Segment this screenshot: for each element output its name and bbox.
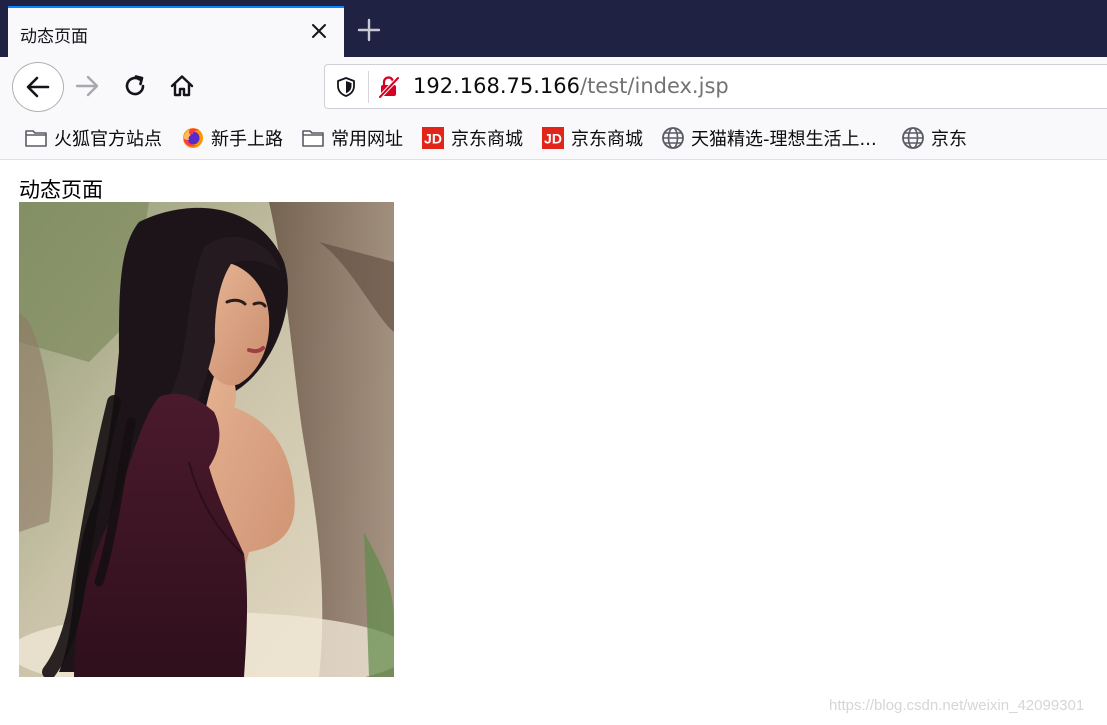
bookmark-label: 火狐官方站点 — [54, 129, 162, 150]
svg-text:JD: JD — [544, 131, 562, 147]
close-tab-icon[interactable] — [308, 20, 330, 42]
svg-text:JD: JD — [424, 131, 442, 147]
forward-arrow-icon — [75, 75, 99, 97]
bookmark-label: 常用网址 — [331, 129, 403, 150]
jd-icon: JD — [542, 127, 564, 149]
url-path: /test/index.jsp — [580, 74, 729, 98]
globe-icon — [662, 127, 684, 149]
bookmark-label: 京东商城 — [571, 129, 643, 150]
forward-button[interactable] — [70, 69, 104, 103]
new-tab-icon[interactable] — [356, 17, 382, 43]
bookmark-jd-mall-1[interactable]: JD 京东商城 — [421, 125, 523, 151]
url-text[interactable]: 192.168.75.166/test/index.jsp — [413, 74, 729, 98]
insecure-connection-icon[interactable] — [377, 75, 401, 99]
portrait-photo — [19, 202, 394, 677]
bookmark-common-sites[interactable]: 常用网址 — [301, 125, 403, 151]
firefox-icon — [183, 128, 203, 148]
bookmark-label: 京东商城 — [451, 129, 523, 150]
portrait-photo-illustration — [19, 202, 394, 677]
bookmark-label: 天猫精选-理想生活上... — [691, 129, 877, 150]
navigation-toolbar: 192.168.75.166/test/index.jsp — [0, 57, 1107, 115]
csdn-watermark: https://blog.csdn.net/weixin_42099301 — [829, 697, 1085, 714]
address-bar[interactable]: 192.168.75.166/test/index.jsp — [324, 64, 1107, 109]
bookmarks-toolbar: 火狐官方站点 新手上路 常用网址 JD 京东商城 JD 京东商城 天猫精选-理想… — [0, 115, 1107, 160]
active-tab[interactable]: 动态页面 — [8, 6, 344, 57]
home-button[interactable] — [165, 69, 199, 103]
folder-icon — [302, 130, 324, 147]
back-button[interactable] — [12, 62, 64, 112]
back-arrow-icon — [26, 76, 50, 98]
bookmark-getting-started[interactable]: 新手上路 — [181, 125, 283, 151]
folder-icon — [25, 130, 47, 147]
bookmark-jd-mall-2[interactable]: JD 京东商城 — [541, 125, 643, 151]
reload-icon — [125, 75, 145, 96]
tab-title: 动态页面 — [20, 27, 88, 47]
bookmark-label: 新手上路 — [211, 129, 283, 150]
page-heading: 动态页面 — [19, 178, 103, 202]
address-bar-separator — [368, 71, 369, 103]
bookmark-tmall-select[interactable]: 天猫精选-理想生活上... — [661, 125, 877, 151]
bookmark-firefox-official-site[interactable]: 火狐官方站点 — [24, 125, 162, 151]
bookmark-label: 京东 — [931, 129, 967, 150]
reload-button[interactable] — [118, 69, 152, 103]
bookmark-jd[interactable]: 京东 — [901, 125, 967, 151]
home-icon — [170, 75, 194, 97]
tab-strip: 动态页面 — [0, 0, 1107, 57]
jd-icon: JD — [422, 127, 444, 149]
globe-icon — [902, 127, 924, 149]
tracking-protection-shield-icon[interactable] — [335, 76, 357, 98]
url-host: 192.168.75.166 — [413, 74, 580, 98]
